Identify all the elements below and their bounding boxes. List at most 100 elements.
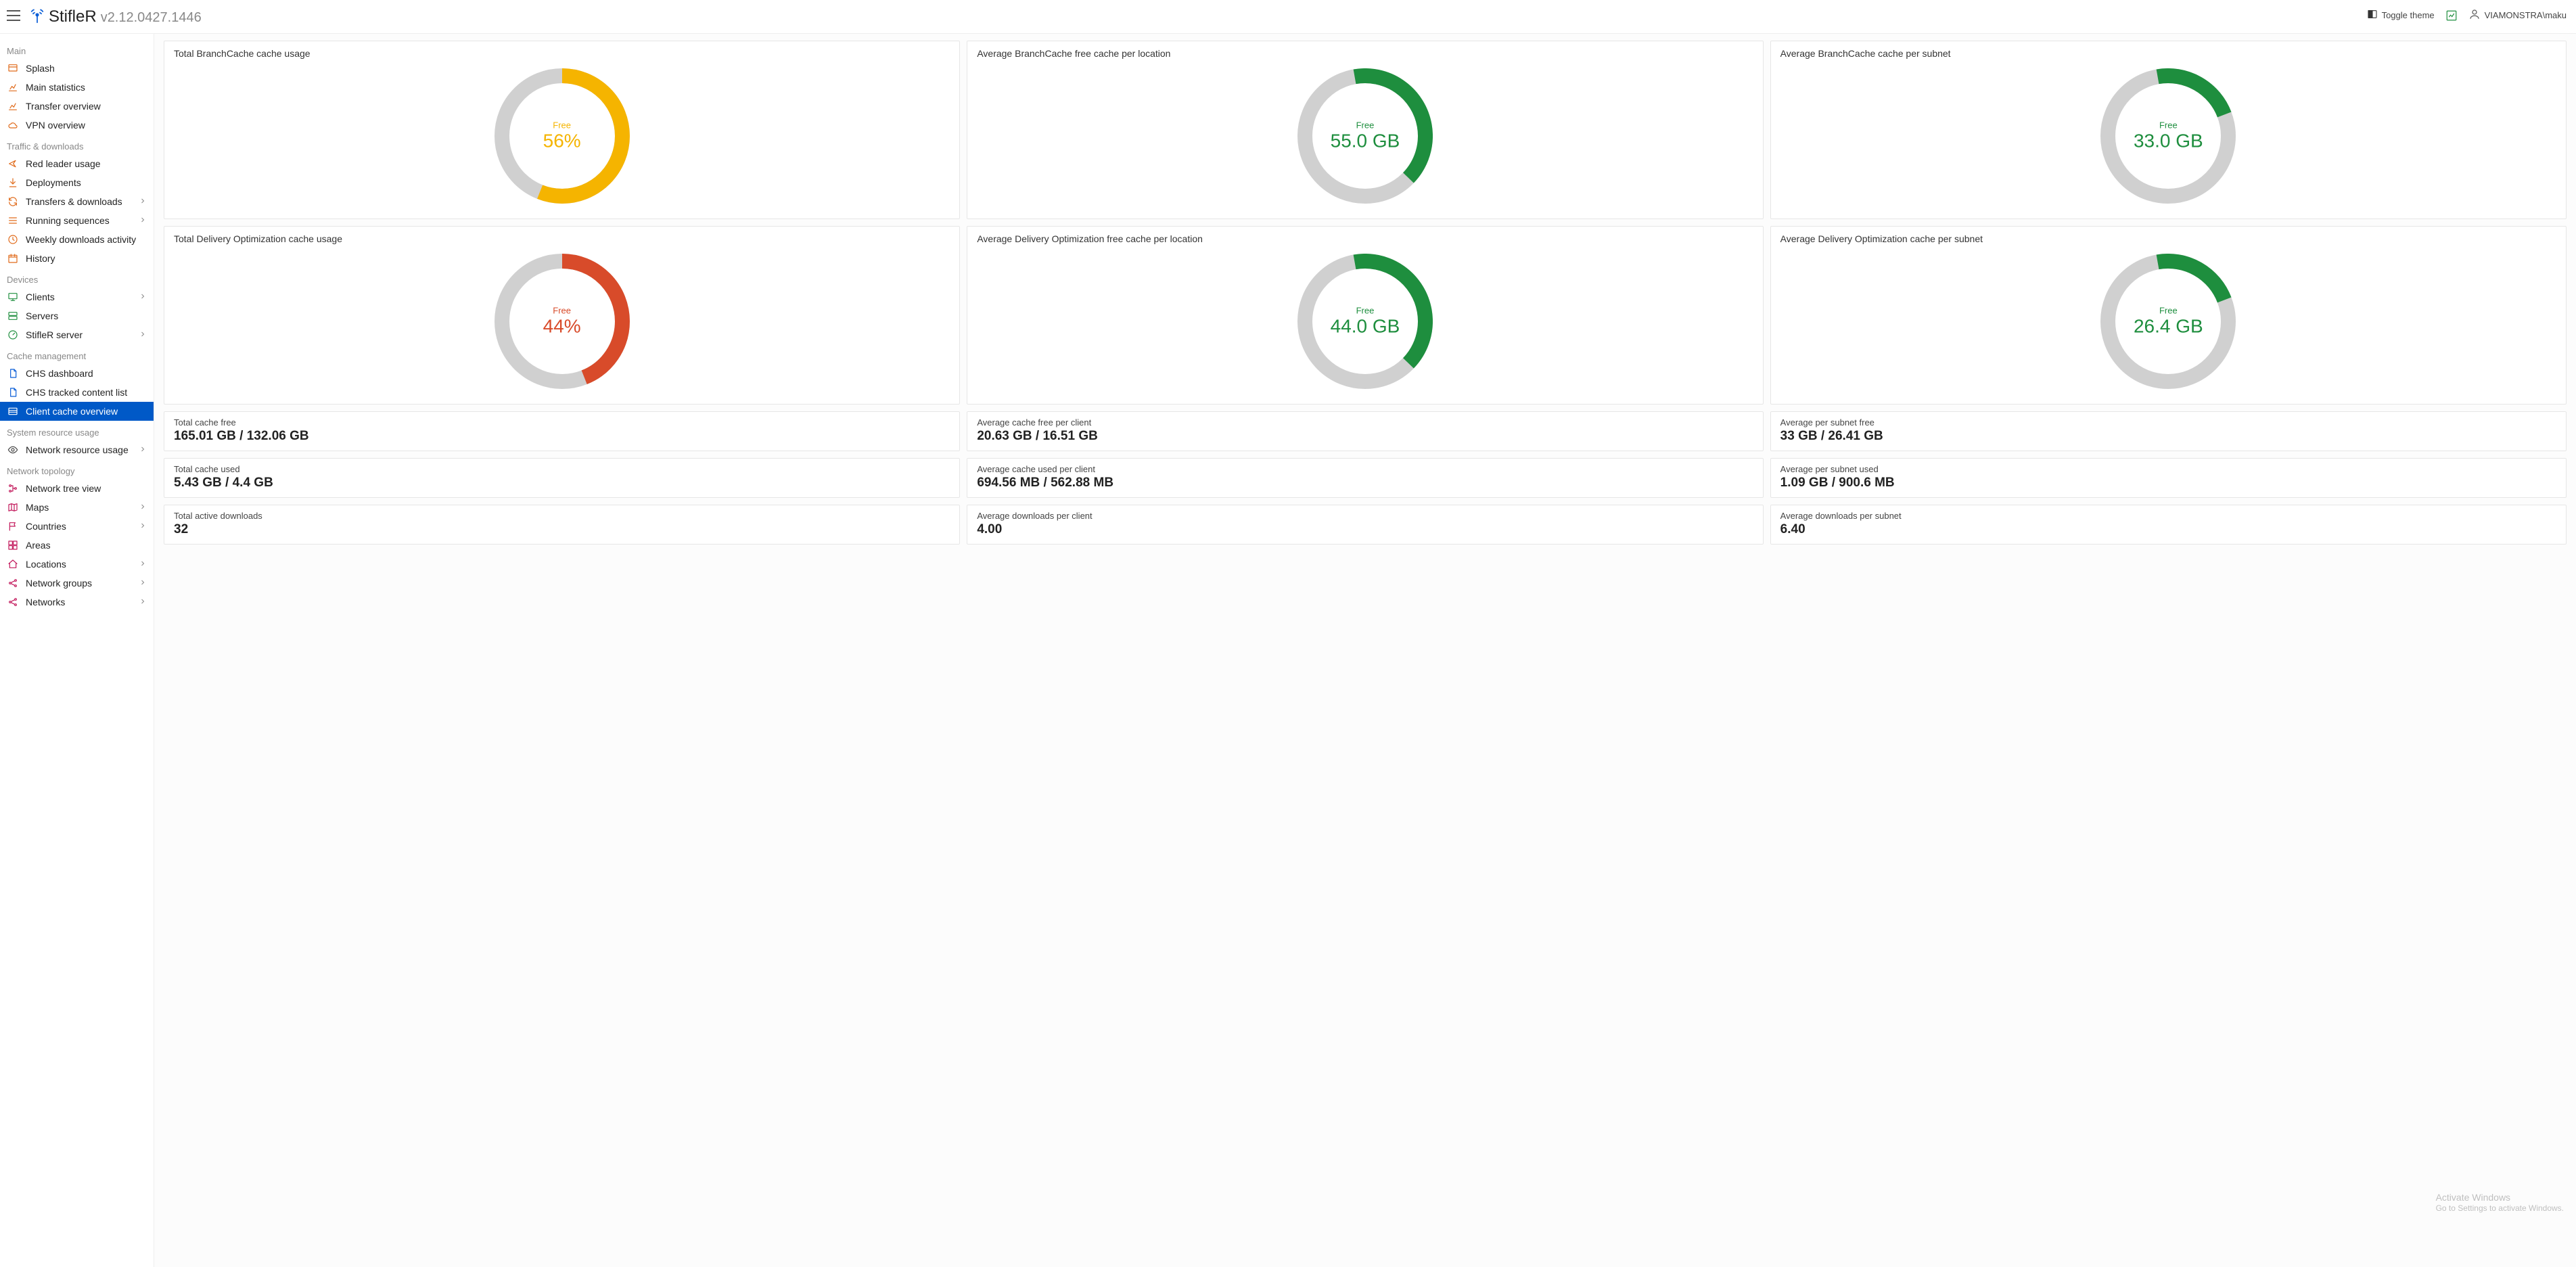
gauge-title: Average Delivery Optimization cache per … [1780, 233, 2556, 244]
gauge-card: Average Delivery Optimization cache per … [1770, 226, 2567, 405]
sidebar-item-countries[interactable]: Countries [0, 517, 154, 536]
download-icon [7, 177, 19, 188]
sidebar-item-history[interactable]: History [0, 249, 154, 268]
sidebar-item-network-groups[interactable]: Network groups [0, 574, 154, 593]
chevron-right-icon [139, 328, 147, 342]
sidebar-item-label: Network tree view [26, 482, 101, 495]
gauge-card: Total Delivery Optimization cache usage F… [164, 226, 960, 405]
sidebar-item-splash[interactable]: Splash [0, 59, 154, 78]
chevron-right-icon [139, 443, 147, 457]
sidebar-item-locations[interactable]: Locations [0, 555, 154, 574]
stat-label: Average downloads per client [977, 511, 1753, 521]
gauge-card: Average BranchCache cache per subnet Free… [1770, 41, 2567, 219]
sidebar-item-label: Network groups [26, 576, 92, 590]
sidebar-item-label: Running sequences [26, 214, 110, 227]
share-icon [7, 597, 19, 607]
stat-card: Average downloads per subnet6.40 [1770, 505, 2567, 545]
arrow-icon [7, 158, 19, 169]
gauge-card: Average BranchCache free cache per locat… [967, 41, 1763, 219]
stat-label: Average per subnet free [1780, 417, 2556, 428]
sidebar-item-running-sequences[interactable]: Running sequences [0, 211, 154, 230]
eye-icon [7, 444, 19, 455]
chevron-right-icon [139, 195, 147, 208]
sidebar-item-stifler-server[interactable]: StifleR server [0, 325, 154, 344]
sidebar: MainSplashMain statisticsTransfer overvi… [0, 34, 154, 1267]
gauge-label: Free [1331, 306, 1400, 316]
chevron-right-icon [139, 501, 147, 514]
gauge-label: Free [2134, 120, 2203, 131]
stat-value: 33 GB / 26.41 GB [1780, 429, 2556, 444]
sidebar-item-label: CHS dashboard [26, 367, 93, 380]
sidebar-item-chs-tracked[interactable]: CHS tracked content list [0, 383, 154, 402]
chevron-right-icon [139, 576, 147, 590]
sidebar-item-transfer-overview[interactable]: Transfer overview [0, 97, 154, 116]
gauge-label: Free [543, 120, 581, 131]
brand-logo-icon [28, 7, 46, 29]
dashboard-icon[interactable] [2445, 9, 2458, 22]
gauge-chart: Free55.0 GB [977, 62, 1753, 210]
hamburger-icon[interactable] [7, 10, 20, 21]
sidebar-item-label: Clients [26, 290, 55, 304]
rows-icon [7, 406, 19, 417]
toggle-theme-label: Toggle theme [2382, 10, 2435, 20]
sidebar-item-label: Areas [26, 538, 51, 552]
sidebar-item-servers[interactable]: Servers [0, 306, 154, 325]
sidebar-item-deployments[interactable]: Deployments [0, 173, 154, 192]
sidebar-item-transfers-downloads[interactable]: Transfers & downloads [0, 192, 154, 211]
stat-label: Average cache free per client [977, 417, 1753, 428]
sidebar-item-label: Networks [26, 595, 65, 609]
stat-value: 1.09 GB / 900.6 MB [1780, 476, 2556, 490]
gauge-value: 56% [543, 131, 581, 152]
tree-icon [7, 483, 19, 494]
sidebar-item-clients[interactable]: Clients [0, 287, 154, 306]
sidebar-item-label: Transfers & downloads [26, 195, 122, 208]
stats-icon [7, 82, 19, 93]
gauge-chart: Free33.0 GB [1780, 62, 2556, 210]
gauge-card: Average Delivery Optimization free cache… [967, 226, 1763, 405]
stat-value: 165.01 GB / 132.06 GB [174, 429, 950, 444]
sidebar-item-label: Countries [26, 520, 66, 533]
brand-version: v2.12.0427.1446 [101, 10, 202, 26]
gauge-chart: Free44.0 GB [977, 247, 1753, 396]
gauge-title: Average Delivery Optimization free cache… [977, 233, 1753, 244]
stat-label: Average cache used per client [977, 464, 1753, 474]
toggle-theme-button[interactable]: Toggle theme [2367, 9, 2435, 22]
sidebar-item-network-tree-view[interactable]: Network tree view [0, 479, 154, 498]
gauge-title: Average BranchCache cache per subnet [1780, 48, 2556, 59]
share-icon [7, 578, 19, 589]
user-menu[interactable]: VIAMONSTRA\maku [2468, 8, 2567, 22]
sidebar-item-network-resource-usage[interactable]: Network resource usage [0, 440, 154, 459]
gauge-value: 55.0 GB [1331, 131, 1400, 152]
chevron-right-icon [139, 595, 147, 609]
sidebar-item-main-statistics[interactable]: Main statistics [0, 78, 154, 97]
sidebar-item-weekly-downloads-activity[interactable]: Weekly downloads activity [0, 230, 154, 249]
gauge-title: Total BranchCache cache usage [174, 48, 950, 59]
calendar-icon [7, 253, 19, 264]
gauge-value: 44% [543, 316, 581, 338]
stat-value: 20.63 GB / 16.51 GB [977, 429, 1753, 444]
stat-card: Average per subnet used1.09 GB / 900.6 M… [1770, 458, 2567, 498]
sidebar-item-areas[interactable]: Areas [0, 536, 154, 555]
sidebar-item-maps[interactable]: Maps [0, 498, 154, 517]
gauge-label: Free [543, 306, 581, 316]
stat-value: 6.40 [1780, 522, 2556, 537]
refresh-icon [7, 196, 19, 207]
user-label: VIAMONSTRA\maku [2485, 10, 2567, 20]
sidebar-section-title: Network topology [0, 459, 154, 479]
splash-icon [7, 63, 19, 74]
sidebar-item-label: Splash [26, 62, 55, 75]
brand: StifleR v2.12.0427.1446 [28, 4, 202, 26]
sidebar-item-client-cache-overview[interactable]: Client cache overview [0, 402, 154, 421]
grid-icon [7, 540, 19, 551]
sidebar-item-label: Network resource usage [26, 443, 129, 457]
sidebar-item-vpn-overview[interactable]: VPN overview [0, 116, 154, 135]
sidebar-item-networks[interactable]: Networks [0, 593, 154, 612]
main-content: Total BranchCache cache usageFree56%Aver… [154, 34, 2576, 1267]
map-icon [7, 502, 19, 513]
user-icon [2468, 8, 2481, 22]
sidebar-item-red-leader-usage[interactable]: Red leader usage [0, 154, 154, 173]
sidebar-item-chs-dashboard[interactable]: CHS dashboard [0, 364, 154, 383]
gauge-title: Total Delivery Optimization cache usage [174, 233, 950, 244]
stat-card: Total active downloads32 [164, 505, 960, 545]
gauge-title: Average BranchCache free cache per locat… [977, 48, 1753, 59]
